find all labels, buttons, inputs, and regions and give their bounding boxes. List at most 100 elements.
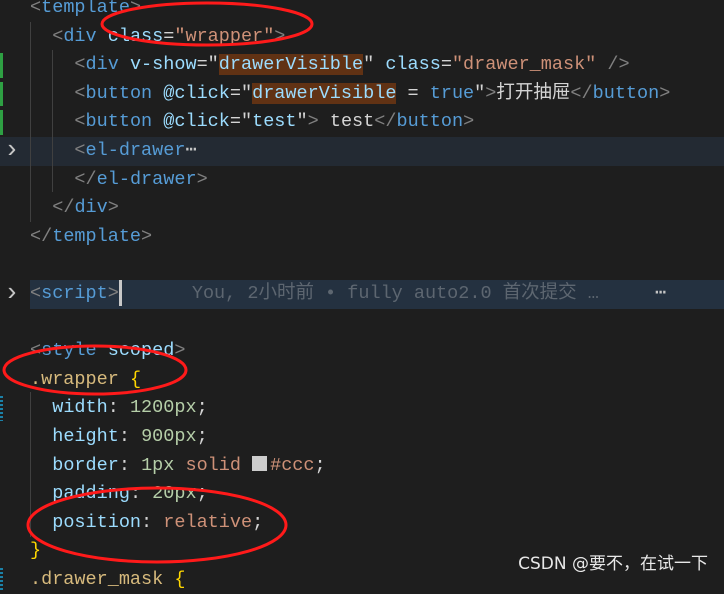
code-token: el-drawer	[85, 139, 186, 161]
fold-chevron-icon[interactable]: ›	[4, 137, 20, 163]
code-token: {	[174, 568, 186, 590]
code-token: =	[440, 54, 452, 76]
code-token: "wrapper"	[174, 25, 275, 47]
code-token: relative	[163, 511, 253, 533]
indent-guide	[30, 392, 31, 537]
code-content: <template>	[30, 0, 724, 23]
code-token: :	[141, 511, 164, 533]
code-content: position: relative;	[30, 509, 724, 538]
code-line[interactable]: <div v-show="drawerVisible" class="drawe…	[0, 51, 724, 80]
code-token: width	[52, 397, 108, 419]
code-line[interactable]: <button @click="test"> test</button>	[0, 108, 724, 137]
git-added-marker	[0, 53, 3, 78]
code-token: button	[396, 111, 464, 133]
code-token: </	[374, 111, 397, 133]
code-token: v-show	[118, 54, 197, 76]
code-token: 1200px	[129, 397, 197, 419]
code-content: height: 900px;	[30, 423, 724, 452]
code-token: </	[74, 168, 97, 190]
watermark: CSDN @要不，在试一下	[518, 554, 708, 574]
code-token: ;	[196, 425, 208, 447]
code-line[interactable]: <div class="wrapper">	[0, 23, 724, 52]
code-token: ="	[229, 111, 253, 133]
code-token: <	[74, 111, 86, 133]
code-content: <button @click="test"> test</button>	[30, 108, 724, 137]
code-line[interactable]: </template>	[0, 223, 724, 252]
code-token: true	[429, 82, 475, 104]
code-token: #ccc	[270, 454, 315, 476]
code-content: .wrapper {	[30, 366, 724, 395]
more-actions-icon[interactable]: ⋯	[655, 280, 666, 309]
code-content: </template>	[30, 223, 724, 252]
code-token: ="	[196, 54, 219, 76]
indent-guide	[52, 50, 53, 192]
code-line[interactable]: height: 900px;	[0, 423, 724, 452]
code-editor[interactable]: <template> <div class="wrapper"> <div v-…	[0, 0, 724, 594]
code-token: el-drawer	[96, 168, 197, 190]
code-token: >	[174, 340, 186, 362]
code-token: 打开抽屉	[496, 82, 571, 104]
code-line[interactable]: padding: 20px;	[0, 480, 724, 509]
code-token: />	[596, 54, 630, 76]
code-line[interactable]: position: relative;	[0, 509, 724, 538]
code-token: @click	[152, 82, 230, 104]
code-content: <div v-show="drawerVisible" class="drawe…	[30, 51, 724, 80]
code-token: button	[592, 82, 660, 104]
code-token: 1px	[141, 454, 175, 476]
code-token: >	[196, 168, 208, 190]
code-token: position	[52, 511, 142, 533]
code-line[interactable]: border: 1px solid #ccc;	[0, 452, 724, 481]
code-token: <	[74, 82, 86, 104]
code-token: script	[41, 282, 108, 304]
code-token: =	[163, 25, 175, 47]
code-token: :	[118, 425, 142, 447]
code-token: <	[30, 0, 42, 18]
code-token: ;	[252, 511, 264, 533]
code-content: <button @click="drawerVisible = true">打开…	[30, 80, 724, 109]
code-line[interactable]	[0, 309, 724, 338]
code-token: div	[74, 197, 108, 219]
color-swatch[interactable]	[252, 455, 268, 471]
code-line[interactable]: › <script> You, 2小时前 • fully auto2.0 首次提交 …	[0, 279, 724, 309]
code-token: >	[485, 82, 497, 104]
code-content: </div>	[30, 194, 724, 223]
code-token: button	[85, 111, 153, 133]
code-token: test	[318, 111, 375, 133]
fold-chevron-icon[interactable]: ›	[4, 280, 20, 306]
code-content: border: 1px solid #ccc;	[30, 452, 724, 481]
code-token: .wrapper	[30, 368, 119, 390]
code-line[interactable]: <button @click="drawerVisible = true">打开…	[0, 80, 724, 109]
code-token: padding	[52, 483, 130, 505]
code-content: </el-drawer>	[30, 166, 724, 195]
code-token: <	[74, 54, 86, 76]
code-line[interactable]	[0, 251, 724, 280]
code-line[interactable]: </div>	[0, 194, 724, 223]
code-token: </	[30, 225, 53, 247]
code-token: solid	[174, 454, 253, 476]
git-blame-annotation[interactable]: You, 2小时前 • fully auto2.0 首次提交 …	[192, 283, 599, 304]
code-content: <style scoped>	[30, 337, 724, 366]
code-token: ;	[314, 454, 326, 476]
code-token: <	[30, 340, 42, 362]
code-line[interactable]: › <el-drawer⋯	[0, 136, 724, 166]
text-cursor	[118, 280, 122, 307]
code-token: template	[41, 0, 130, 18]
code-token: :	[107, 397, 130, 419]
code-token: template	[52, 225, 142, 247]
code-line[interactable]: .wrapper {	[0, 366, 724, 395]
code-token: >	[141, 225, 153, 247]
code-line[interactable]: <style scoped>	[0, 337, 724, 366]
code-token: 20px	[152, 483, 197, 505]
code-line[interactable]: </el-drawer>	[0, 166, 724, 195]
code-line[interactable]: <template>	[0, 0, 724, 23]
code-token: >	[107, 282, 119, 304]
code-line[interactable]: width: 1200px;	[0, 394, 724, 423]
code-token: <	[52, 25, 64, 47]
code-token: scoped	[96, 340, 175, 362]
